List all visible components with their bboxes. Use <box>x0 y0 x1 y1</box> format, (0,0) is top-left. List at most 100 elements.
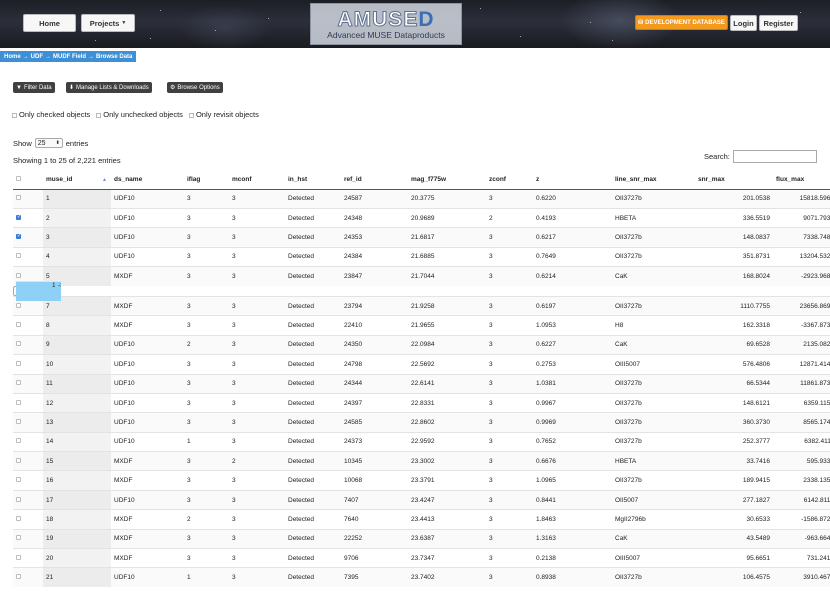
row-checkbox-cell[interactable] <box>13 246 43 267</box>
row-checkbox[interactable] <box>16 233 21 239</box>
column-header[interactable]: ref_id <box>341 170 408 190</box>
row-checkbox-cell[interactable] <box>13 412 43 433</box>
amused-logo[interactable]: AMUSED Advanced MUSE Dataproducts <box>310 3 462 45</box>
row-checkbox[interactable] <box>16 380 21 386</box>
table-row[interactable]: 5 MXDF 3 3 Detected 23847 21.7044 3 0.6214 CaK 168… <box>13 266 830 286</box>
row-checkbox[interactable] <box>16 399 21 405</box>
row-checkbox-cell[interactable] <box>13 470 43 491</box>
column-header[interactable]: zconf <box>486 170 533 190</box>
row-checkbox-cell[interactable] <box>13 509 43 530</box>
column-header[interactable]: z <box>533 170 612 190</box>
table-row[interactable]: 16 MXDF 3 3 Detected 10068 23.3791 3 1.0965 OII37… <box>13 470 830 491</box>
table-row[interactable]: 14 UDF10 1 3 Detected 24373 22.9592 3 0.7652 OII3… <box>13 431 830 452</box>
login-button[interactable]: Login <box>730 15 757 31</box>
table-row[interactable]: 9 UDF10 2 3 Detected 24350 22.0984 3 0.6227 CaK 69… <box>13 334 830 355</box>
row-checkbox[interactable] <box>16 496 21 502</box>
row-checkbox-cell[interactable] <box>13 354 43 375</box>
row-checkbox[interactable] <box>16 554 21 560</box>
table-cell-mconf: 3 <box>229 548 285 568</box>
row-checkbox-cell[interactable] <box>13 227 43 248</box>
table-row[interactable]: 10 UDF10 3 3 Detected 24798 22.5692 3 0.2753 OIII… <box>13 354 830 375</box>
row-checkbox[interactable] <box>16 477 21 483</box>
row-checkbox[interactable] <box>16 341 21 347</box>
table-row[interactable]: 7 MXDF 3 3 Detected 23794 21.9258 3 0.6197 OII372… <box>13 295 830 316</box>
row-checkbox-cell[interactable] <box>13 451 43 471</box>
manage-lists-downloads-button[interactable]: ⬇ Manage Lists & Downloads <box>66 82 152 93</box>
row-checkbox[interactable] <box>16 302 21 308</box>
column-header[interactable]: ds_name <box>111 170 184 190</box>
table-cell-mconf: 3 <box>229 334 285 355</box>
row-checkbox-cell[interactable] <box>13 431 43 452</box>
row-checkbox[interactable] <box>16 515 21 521</box>
row-checkbox[interactable] <box>16 535 21 541</box>
row-checkbox-cell[interactable] <box>13 207 43 228</box>
breadcrumb-udf[interactable]: UDF <box>31 54 43 60</box>
row-checkbox-cell[interactable] <box>13 567 43 588</box>
only-checked-checkbox[interactable] <box>12 112 17 118</box>
table-row[interactable]: 13 UDF10 3 3 Detected 24585 22.8602 3 0.9969 OII3… <box>13 412 830 433</box>
row-checkbox[interactable] <box>16 457 21 463</box>
table-row[interactable]: 8 MXDF 3 3 Detected 22410 21.9655 3 1.0953 H8 162.… <box>13 315 830 336</box>
table-row[interactable]: 17 UDF10 3 3 Detected 7407 23.4247 3 0.8441 OII50… <box>13 489 830 510</box>
row-checkbox-cell[interactable] <box>13 392 43 413</box>
row-checkbox[interactable] <box>16 418 21 424</box>
projects-button[interactable]: Projects ▼ <box>81 14 135 32</box>
register-button[interactable]: Register <box>759 15 798 31</box>
table-row[interactable]: 2UDF1033Detected2434820.968920.4193HBETA… <box>13 207 830 228</box>
column-header[interactable]: in_hst <box>285 170 341 190</box>
entries-label: entries <box>65 138 89 148</box>
home-button[interactable]: Home <box>23 14 76 32</box>
row-checkbox[interactable] <box>16 273 21 278</box>
row-checkbox[interactable] <box>16 574 21 580</box>
table-cell-in-hst: Detected <box>285 246 341 267</box>
row-checkbox[interactable] <box>16 214 21 220</box>
filter-data-button[interactable]: ▼ Filter Data <box>13 82 55 93</box>
column-header[interactable]: mconf <box>229 170 285 190</box>
table-cell-in-hst: Detected <box>285 295 341 316</box>
select-all-column[interactable] <box>13 170 43 190</box>
table-row[interactable]: 19 MXDF 3 3 Detected 22252 23.6387 3 1.3163 CaK 43… <box>13 528 830 549</box>
row-checkbox[interactable] <box>16 195 21 201</box>
only-unchecked-checkbox[interactable] <box>96 112 102 118</box>
row-checkbox-cell[interactable] <box>13 548 43 568</box>
column-header[interactable]: muse_id ▲ <box>43 170 111 190</box>
only-revisit-filter[interactable]: Only revisit objects <box>188 110 259 119</box>
column-header[interactable]: flux_max <box>773 170 830 190</box>
row-checkbox[interactable] <box>16 253 21 259</box>
table-row[interactable]: 21 UDF10 1 3 Detected 7395 23.7402 3 0.8938 OII37… <box>13 567 830 588</box>
column-header[interactable]: mag_f775w <box>408 170 486 190</box>
row-checkbox-cell[interactable] <box>13 489 43 510</box>
breadcrumb-home[interactable]: Home <box>4 54 21 60</box>
row-checkbox-cell[interactable] <box>13 528 43 549</box>
select-all-checkbox[interactable] <box>16 175 21 181</box>
table-row[interactable]: 18 MXDF 2 3 Detected 7640 23.4413 3 1.8463 MgII27… <box>13 509 830 530</box>
table-row[interactable]: 20 MXDF 3 3 Detected 9706 23.7347 3 0.2138 OIII50… <box>13 548 830 568</box>
table-row[interactable]: 3UDF1033Detected2435321.681730.6217OII37… <box>13 227 830 248</box>
row-checkbox[interactable] <box>16 438 21 444</box>
row-checkbox-cell[interactable] <box>13 373 43 394</box>
row-checkbox-cell[interactable] <box>13 334 43 355</box>
table-cell-muse-id: 21 <box>43 567 111 588</box>
development-database-button[interactable]: ⛁ DEVELOPMENT DATABASE <box>635 15 728 30</box>
search-input[interactable] <box>732 150 817 163</box>
page-length-select[interactable]: 25 ⬍ <box>34 138 63 148</box>
column-header[interactable]: line_snr_max <box>612 170 695 190</box>
breadcrumb-mudf-field[interactable]: MUDF Field <box>53 54 86 60</box>
row-checkbox[interactable] <box>16 360 21 366</box>
table-row[interactable]: 15 MXDF 3 2 Detected 10345 23.3002 3 0.6676 HBETA… <box>13 451 830 471</box>
table-row[interactable]: 6MXDF33Detected2354621.925730.9536HGAMMA… <box>13 281 61 301</box>
row-checkbox[interactable] <box>16 322 21 328</box>
only-unchecked-filter[interactable]: Only unchecked objects <box>96 110 183 119</box>
table-row[interactable]: 12 UDF10 3 3 Detected 24397 22.8331 3 0.9967 OII3… <box>13 392 830 413</box>
column-header[interactable]: snr_max <box>695 170 773 190</box>
only-checked-filter[interactable]: Only checked objects <box>12 110 90 119</box>
table-row[interactable]: 1 UDF10 3 3 Detected 24587 20.3775 3 0.6220 OII37… <box>13 188 830 209</box>
browse-options-button[interactable]: ⚙ Browse Options <box>167 82 223 93</box>
table-row[interactable]: 4 UDF10 3 3 Detected 24384 21.6885 3 0.7649 OII37… <box>13 246 830 267</box>
row-checkbox-cell[interactable] <box>13 315 43 336</box>
table-cell-mconf: 3 <box>229 295 285 316</box>
table-row[interactable]: 11 UDF10 3 3 Detected 24344 22.6141 3 1.0381 OII3… <box>13 373 830 394</box>
column-header[interactable]: iflag <box>184 170 229 190</box>
row-checkbox-cell[interactable] <box>13 188 43 209</box>
only-revisit-checkbox[interactable] <box>188 112 194 118</box>
